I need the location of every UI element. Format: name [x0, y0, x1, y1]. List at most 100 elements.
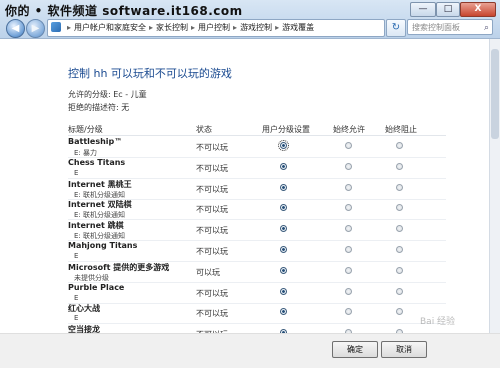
column-header-always-block: 始终阻止 — [385, 125, 417, 134]
parental-controls-window: 你的 • 软件频道 software.it168.com — □ X ◀ ▶ ▸… — [0, 0, 500, 368]
table-row: 红心大战 E 不可以玩 — [68, 303, 446, 325]
radio-use-user-rating[interactable] — [280, 225, 287, 233]
minimize-button[interactable]: — — [410, 2, 436, 17]
site-watermark: 你的 • 软件频道 software.it168.com — [5, 4, 243, 18]
search-input[interactable]: 搜索控制面板 ⌕ — [407, 19, 493, 35]
search-placeholder: 搜索控制面板 — [412, 23, 460, 32]
game-rating: E — [74, 252, 79, 260]
game-status: 不可以玩 — [196, 143, 228, 152]
refresh-button[interactable]: ↻ — [386, 19, 406, 37]
column-header-always-allow: 始终允许 — [333, 125, 365, 134]
radio-always-allow[interactable] — [345, 183, 352, 191]
radio-always-block[interactable] — [396, 142, 403, 149]
game-rating: E — [74, 293, 79, 302]
breadcrumb-user-controls[interactable]: 用户控制 — [198, 23, 230, 32]
arrow-right-icon: ▶ — [31, 23, 40, 34]
header-divider — [68, 135, 446, 136]
radio-always-block[interactable] — [396, 287, 403, 295]
game-status: 不可以玩 — [196, 247, 228, 256]
table-row: Internet 双陆棋 E: 联机分级通知 不可以玩 — [68, 199, 446, 221]
game-status: 不可以玩 — [196, 205, 228, 215]
game-title: 红心大战 — [68, 304, 100, 314]
table-row: Microsoft 提供的更多游戏 未提供分级 可以玩 — [68, 262, 446, 283]
radio-always-block[interactable] — [396, 162, 403, 170]
radio-use-user-rating[interactable] — [280, 204, 287, 212]
breadcrumb-chevron: ▸ — [191, 23, 196, 32]
radio-always-allow[interactable] — [345, 287, 352, 295]
breadcrumb-game-overrides[interactable]: 游戏覆盖 — [282, 23, 314, 32]
radio-always-block[interactable] — [396, 204, 403, 212]
table-row: Chess Titans E 不可以玩 — [68, 158, 446, 179]
breadcrumb-chevron: ▸ — [233, 23, 238, 32]
radio-use-user-rating[interactable] — [280, 308, 287, 316]
game-status: 不可以玩 — [196, 184, 228, 194]
game-title: Mahjong Titans — [68, 241, 138, 250]
radio-use-user-rating[interactable] — [280, 162, 287, 170]
radio-always-block[interactable] — [396, 308, 403, 316]
breadcrumb-family-safety[interactable]: 用户帐户和家庭安全 — [74, 23, 146, 32]
game-title: Internet 双陆棋 — [68, 200, 132, 210]
radio-always-block[interactable] — [396, 183, 403, 191]
breadcrumb-chevron: ▸ — [67, 23, 72, 32]
radio-always-block[interactable] — [396, 266, 403, 274]
close-button[interactable]: X — [460, 2, 496, 17]
forward-button[interactable]: ▶ — [26, 19, 45, 38]
title-address-bar: 你的 • 软件频道 software.it168.com — □ X ◀ ▶ ▸… — [0, 0, 500, 39]
content-area: 控制 hh 可以玩和不可以玩的游戏 允许的分级: Ec - 儿童 拒绝的描述符:… — [0, 39, 489, 333]
game-title: Internet 黑桃王 — [68, 179, 132, 189]
radio-always-allow[interactable] — [345, 266, 352, 274]
radio-always-allow[interactable] — [345, 204, 352, 212]
breadcrumb-game-controls[interactable]: 游戏控制 — [240, 23, 272, 32]
radio-use-user-rating[interactable] — [280, 266, 287, 274]
game-status: 不可以玩 — [196, 163, 228, 173]
cancel-button[interactable]: 取消 — [381, 341, 427, 358]
scrollbar-thumb[interactable] — [491, 49, 499, 139]
page-title: 控制 hh 可以玩和不可以玩的游戏 — [68, 67, 232, 80]
game-title: Internet 跳棋 — [68, 221, 124, 231]
game-status: 不可以玩 — [196, 309, 228, 319]
table-row: Battleship™ E: 暴力 不可以玩 — [68, 137, 446, 158]
table-row: Mahjong Titans E 不可以玩 — [68, 241, 446, 262]
control-panel-icon — [51, 22, 61, 32]
column-header-user-setting: 用户分级设置 — [262, 125, 310, 134]
radio-use-user-rating[interactable] — [278, 140, 289, 151]
table-row: Internet 黑桃王 E: 联机分级通知 不可以玩 — [68, 179, 446, 200]
radio-always-block[interactable] — [396, 225, 403, 233]
table-row: Purble Place E 不可以玩 — [68, 283, 446, 304]
game-status: 可以玩 — [196, 267, 220, 277]
game-status: 不可以玩 — [196, 226, 228, 236]
radio-always-allow[interactable] — [345, 246, 352, 253]
radio-use-user-rating[interactable] — [280, 183, 287, 191]
radio-use-user-rating[interactable] — [280, 287, 287, 295]
table-row: Internet 跳棋 E: 联机分级通知 不可以玩 — [68, 220, 446, 242]
column-header-status: 状态 — [196, 125, 212, 134]
radio-always-block[interactable] — [396, 246, 403, 253]
breadcrumb-parental-controls[interactable]: 家长控制 — [156, 23, 188, 32]
vertical-scrollbar[interactable] — [489, 39, 500, 333]
radio-use-user-rating[interactable] — [280, 246, 287, 253]
game-title: 空当接龙 — [68, 325, 100, 333]
ok-button[interactable]: 确定 — [332, 341, 378, 358]
game-rating: E — [74, 314, 79, 323]
arrow-left-icon: ◀ — [11, 23, 20, 34]
refresh-icon: ↻ — [391, 22, 401, 33]
breadcrumb-chevron: ▸ — [149, 23, 154, 32]
game-title: Microsoft 提供的更多游戏 — [68, 262, 170, 272]
maximize-button[interactable]: □ — [436, 2, 460, 17]
game-title: Purble Place — [68, 282, 125, 292]
radio-always-allow[interactable] — [345, 308, 352, 316]
dialog-button-bar: 确定 取消 — [0, 333, 500, 368]
game-status: 不可以玩 — [196, 288, 228, 298]
radio-always-allow[interactable] — [345, 225, 352, 233]
table-row: 空当接龙E不可以玩 — [68, 324, 446, 333]
radio-always-allow[interactable] — [345, 162, 352, 170]
radio-always-allow[interactable] — [345, 142, 352, 149]
column-header-title: 标题/分级 — [68, 125, 103, 134]
address-bar[interactable]: ▸ 用户帐户和家庭安全 ▸ 家长控制 ▸ 用户控制 ▸ 游戏控制 ▸ 游戏覆盖 — [47, 19, 385, 37]
baidu-logo-watermark: Bai 经验 — [420, 317, 456, 327]
back-button[interactable]: ◀ — [6, 19, 25, 38]
game-rating: E — [74, 168, 79, 177]
game-title: Battleship™ — [68, 137, 123, 146]
blocked-descriptors-text: 拒绝的描述符: 无 — [68, 103, 130, 112]
search-icon[interactable]: ⌕ — [484, 20, 489, 34]
